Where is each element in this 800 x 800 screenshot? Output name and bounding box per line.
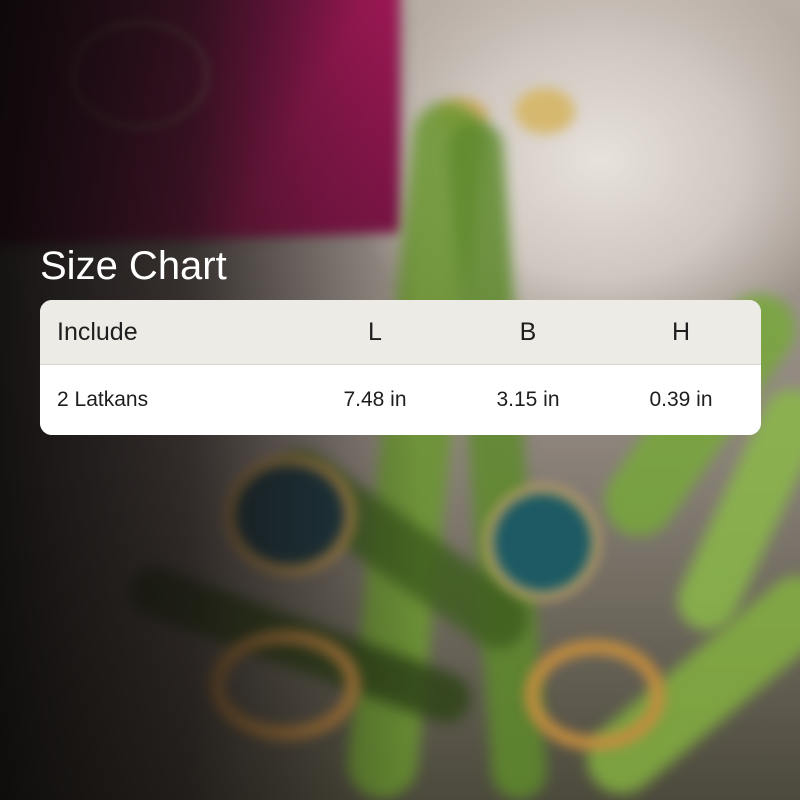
header-breadth: B — [519, 317, 537, 346]
size-chart-table: Include L B H 2 Latkans 7.48 in 3.15 in … — [40, 300, 761, 435]
cell-breadth: 3.15 in — [496, 388, 560, 411]
latkan-ring-image — [525, 640, 665, 750]
table-header-row: Include L B H — [40, 300, 761, 365]
table-row: 2 Latkans 7.48 in 3.15 in 0.39 in — [40, 365, 761, 435]
header-include: Include — [57, 317, 138, 346]
size-chart-title: Size Chart — [40, 244, 227, 288]
cell-height: 0.39 in — [649, 388, 713, 411]
header-length: L — [368, 317, 382, 346]
latkan-charm-image — [485, 485, 600, 600]
header-height: H — [671, 317, 691, 346]
cell-length: 7.48 in — [343, 388, 407, 411]
cell-include: 2 Latkans — [57, 388, 149, 411]
stud-image — [515, 88, 575, 134]
